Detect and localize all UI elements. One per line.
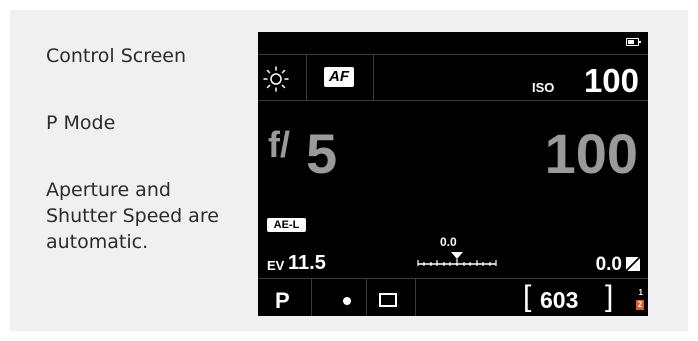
card-slot-1: 1: [638, 288, 643, 297]
divider: [258, 100, 648, 101]
control-screen: AF ISO 100 f/ 5 100 AE-L EV 11.5 0.0 0.0…: [258, 32, 648, 316]
battery-icon: [626, 38, 641, 46]
caption-description: Aperture and Shutter Speed are automatic…: [46, 179, 219, 253]
divider: [415, 278, 416, 316]
ev-label: EV: [267, 258, 285, 273]
sun-icon[interactable]: [262, 65, 290, 93]
card-slot-2: 2: [636, 300, 644, 310]
caption-mode: P Mode: [46, 112, 116, 134]
aperture-prefix: f/: [268, 124, 290, 165]
af-mode-badge[interactable]: AF: [324, 67, 354, 87]
scale-indicator-icon: [451, 252, 463, 259]
exposure-comp-icon: [626, 257, 640, 271]
bracket-left: [: [523, 280, 532, 313]
ae-lock-badge: AE-L: [267, 218, 306, 232]
divider: [311, 278, 312, 316]
caption-title: Control Screen: [46, 45, 187, 67]
divider: [258, 54, 648, 55]
divider: [366, 278, 367, 316]
shutter-speed-value[interactable]: 100: [545, 124, 638, 184]
single-shot-dot-icon[interactable]: [343, 297, 351, 305]
iso-value[interactable]: 100: [584, 64, 639, 98]
ev-value: 11.5: [288, 252, 326, 274]
divider: [258, 278, 648, 279]
shots-remaining: 603: [540, 287, 579, 313]
divider: [373, 54, 374, 100]
iso-label: ISO: [532, 80, 555, 95]
frame-icon[interactable]: [379, 293, 397, 307]
divider: [306, 54, 307, 100]
exposure-scale: [417, 252, 497, 266]
shooting-mode[interactable]: P: [275, 288, 290, 314]
exposure-comp-value[interactable]: 0.0: [596, 254, 622, 276]
aperture-value[interactable]: 5: [306, 124, 337, 184]
bracket-right: ]: [605, 280, 614, 313]
exposure-scale-value: 0.0: [440, 235, 457, 249]
